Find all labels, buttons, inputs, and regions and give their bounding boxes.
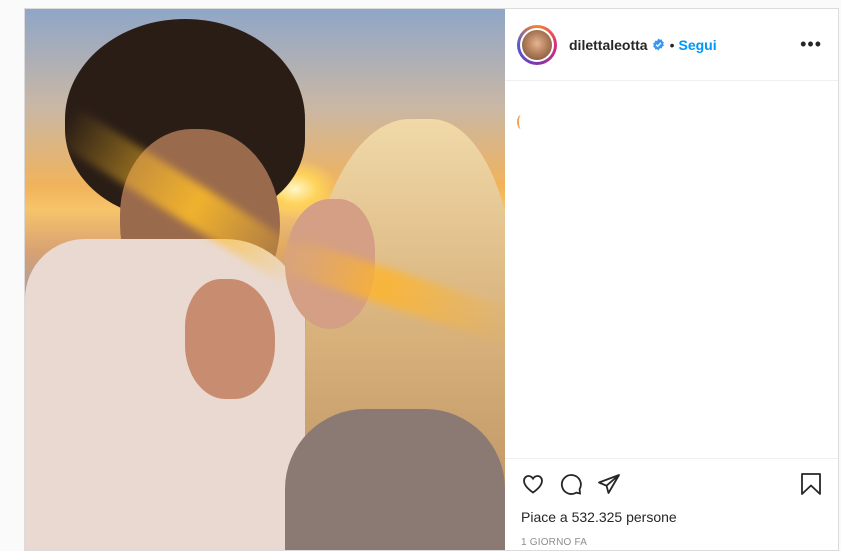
post-card: dilettaleotta • Segui ••• Piace a 532.32… xyxy=(24,8,839,551)
heart-icon[interactable] xyxy=(521,472,545,496)
post-sidebar: dilettaleotta • Segui ••• Piace a 532.32… xyxy=(505,9,838,550)
follow-button[interactable]: Segui xyxy=(678,37,716,53)
username-link[interactable]: dilettaleotta xyxy=(569,37,648,53)
post-header: dilettaleotta • Segui ••• xyxy=(505,9,838,81)
actions-section: Piace a 532.325 persone 1 GIORNO FA xyxy=(505,458,838,550)
bookmark-icon[interactable] xyxy=(800,472,822,496)
comment-icon[interactable] xyxy=(559,472,583,496)
comments-area xyxy=(505,81,838,458)
separator-dot: • xyxy=(669,36,675,53)
likes-count[interactable]: Piace a 532.325 persone xyxy=(521,509,822,525)
share-icon[interactable] xyxy=(597,472,621,496)
loading-spinner-icon xyxy=(517,115,525,129)
post-timestamp[interactable]: 1 GIORNO FA xyxy=(521,537,822,548)
action-icons-row xyxy=(521,467,822,501)
avatar[interactable] xyxy=(520,27,554,62)
more-options-button[interactable]: ••• xyxy=(800,34,822,55)
verified-badge-icon xyxy=(652,38,665,51)
post-photo[interactable] xyxy=(25,9,505,550)
avatar-story-ring[interactable] xyxy=(517,24,557,65)
